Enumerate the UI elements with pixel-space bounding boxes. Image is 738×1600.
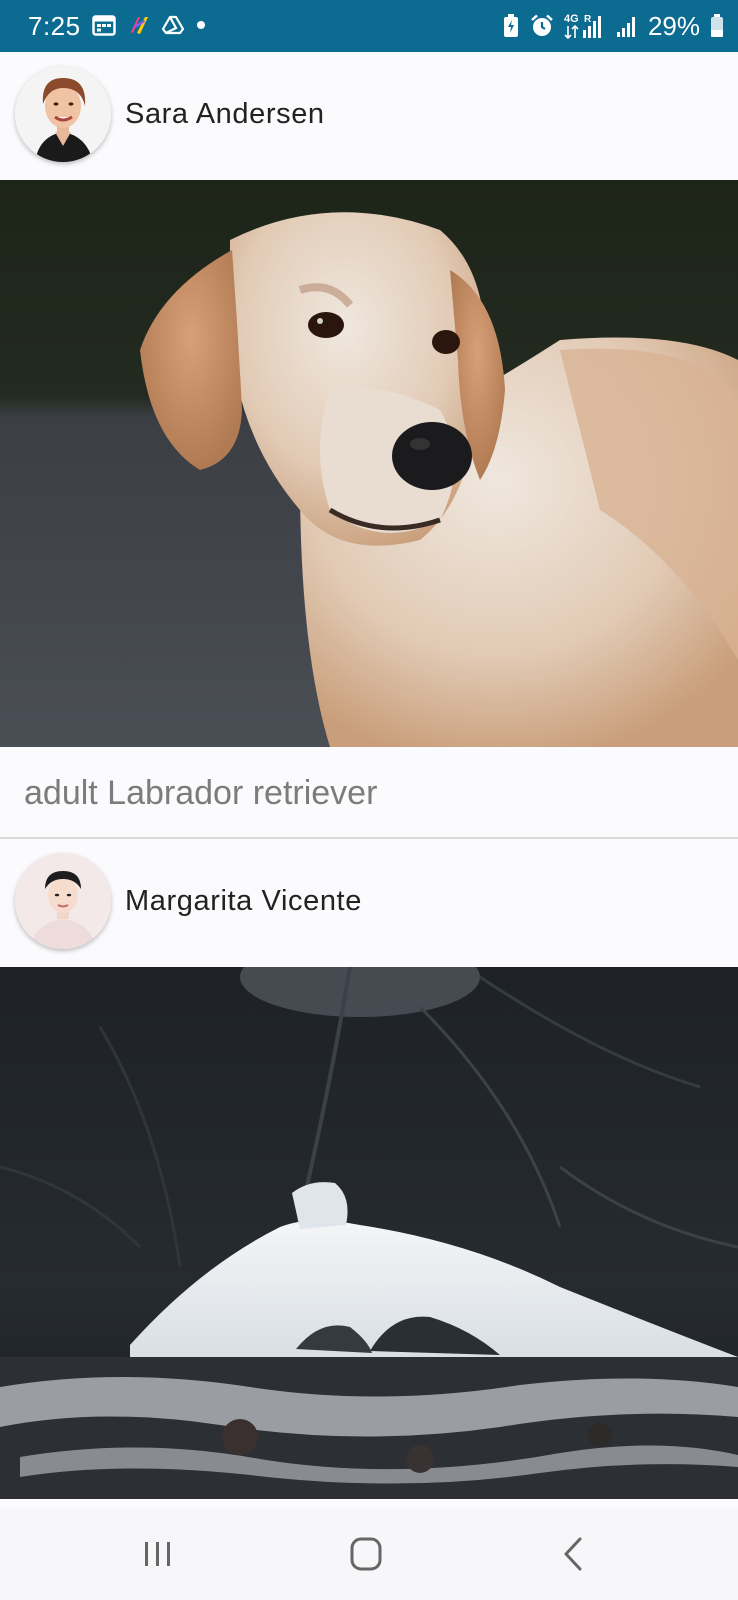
back-icon[interactable]	[552, 1534, 596, 1574]
drive-icon	[162, 15, 184, 35]
post-caption: adult Labrador retriever	[0, 747, 738, 839]
alarm-icon	[530, 14, 554, 38]
post-header[interactable]: Sara Andersen	[0, 52, 738, 180]
home-icon[interactable]	[344, 1534, 388, 1574]
signal-icon	[616, 14, 638, 38]
battery-saver-icon	[502, 14, 520, 38]
recent-apps-icon[interactable]	[136, 1534, 180, 1574]
author-name[interactable]: Sara Andersen	[125, 96, 325, 132]
post-image-landscape[interactable]	[0, 967, 738, 1499]
notification-dot-icon	[196, 20, 206, 30]
avatar[interactable]	[15, 66, 111, 162]
calendar-icon	[92, 14, 116, 36]
status-bar: 7:25 4G R 29%	[0, 0, 738, 52]
feed-list[interactable]: Sara Andersen adult Labrador retriever M…	[0, 52, 738, 1508]
status-time: 7:25	[28, 11, 81, 41]
app-logo-icon	[128, 14, 150, 36]
author-name[interactable]: Margarita Vicente	[125, 883, 362, 919]
post-image-dog[interactable]	[0, 180, 738, 747]
svg-text:4G: 4G	[564, 13, 579, 25]
signal-4g-icon: 4G R	[564, 12, 606, 40]
avatar[interactable]	[15, 853, 111, 949]
battery-percentage: 29%	[647, 11, 700, 41]
post-card[interactable]: Margarita Vicente	[0, 839, 738, 1499]
post-header[interactable]: Margarita Vicente	[0, 839, 738, 967]
navigation-bar	[0, 1508, 738, 1600]
svg-text:R: R	[584, 14, 592, 25]
battery-icon	[710, 14, 724, 38]
post-card[interactable]: Sara Andersen adult Labrador retriever	[0, 52, 738, 839]
